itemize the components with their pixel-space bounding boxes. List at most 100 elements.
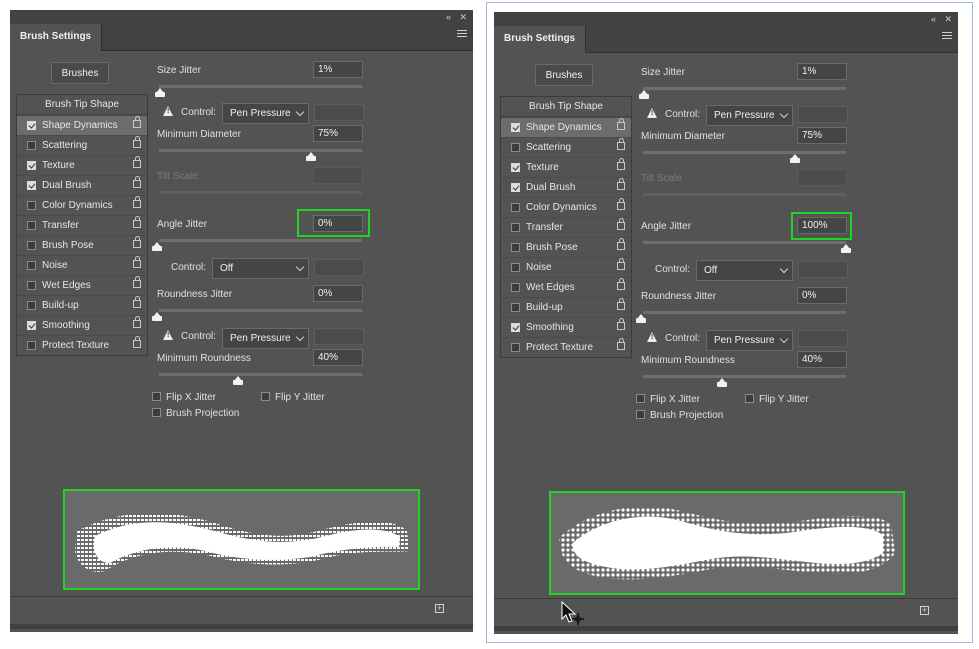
- close-icon[interactable]: ✕: [459, 11, 467, 23]
- checkbox[interactable]: [27, 261, 36, 270]
- roundness-jitter-field[interactable]: 0%: [313, 285, 363, 302]
- checkbox[interactable]: [27, 161, 36, 170]
- lock-icon[interactable]: [133, 256, 141, 268]
- checkbox[interactable]: [511, 183, 520, 192]
- list-item-smoothing[interactable]: Smoothing: [501, 317, 631, 337]
- control-value-field[interactable]: [798, 106, 848, 123]
- control-select-size[interactable]: Pen Pressure: [222, 103, 309, 124]
- minimum-roundness-field[interactable]: 40%: [797, 351, 847, 368]
- control-value-field[interactable]: [798, 330, 848, 347]
- list-header-brush-tip-shape[interactable]: Brush Tip Shape: [501, 97, 631, 117]
- brushes-button[interactable]: Brushes: [535, 64, 593, 86]
- control-select-roundness[interactable]: Pen Pressure: [222, 328, 309, 349]
- minimum-diameter-slider[interactable]: [643, 151, 846, 154]
- lock-icon[interactable]: [617, 298, 625, 310]
- lock-icon[interactable]: [133, 296, 141, 308]
- checkbox[interactable]: [27, 281, 36, 290]
- angle-jitter-slider-thumb[interactable]: [841, 244, 851, 253]
- checkbox[interactable]: [27, 321, 36, 330]
- roundness-jitter-slider[interactable]: [159, 309, 362, 312]
- roundness-jitter-slider-thumb[interactable]: [152, 312, 162, 321]
- lock-icon[interactable]: [133, 136, 141, 148]
- lock-icon[interactable]: [133, 236, 141, 248]
- new-brush-icon[interactable]: +: [435, 604, 444, 613]
- lock-icon[interactable]: [617, 158, 625, 170]
- lock-icon[interactable]: [133, 156, 141, 168]
- checkbox[interactable]: [511, 323, 520, 332]
- list-item-texture[interactable]: Texture: [501, 157, 631, 177]
- lock-icon[interactable]: [133, 336, 141, 348]
- brushes-button[interactable]: Brushes: [51, 62, 109, 84]
- checkbox[interactable]: [511, 223, 520, 232]
- checkbox[interactable]: [511, 283, 520, 292]
- lock-icon[interactable]: [617, 238, 625, 250]
- checkbox[interactable]: [511, 343, 520, 352]
- new-brush-icon[interactable]: +: [920, 606, 929, 615]
- list-item-dual-brush[interactable]: Dual Brush: [17, 175, 147, 195]
- angle-jitter-slider[interactable]: [159, 239, 362, 242]
- tab-brush-settings[interactable]: Brush Settings: [10, 24, 103, 51]
- lock-icon[interactable]: [617, 118, 625, 130]
- angle-jitter-slider-thumb[interactable]: [152, 242, 162, 251]
- checkbox[interactable]: [27, 121, 36, 130]
- checkbox[interactable]: [511, 143, 520, 152]
- checkbox[interactable]: [511, 203, 520, 212]
- list-item-brush-pose[interactable]: Brush Pose: [501, 237, 631, 257]
- control-select-angle[interactable]: Off: [696, 260, 793, 281]
- panel-menu-icon[interactable]: [457, 30, 467, 38]
- list-item-texture[interactable]: Texture: [17, 155, 147, 175]
- list-item-wet-edges[interactable]: Wet Edges: [17, 275, 147, 295]
- roundness-jitter-slider[interactable]: [643, 311, 846, 314]
- tab-brush-settings[interactable]: Brush Settings: [494, 26, 587, 53]
- size-jitter-slider-thumb[interactable]: [639, 90, 649, 99]
- lock-icon[interactable]: [617, 218, 625, 230]
- list-item-noise[interactable]: Noise: [501, 257, 631, 277]
- checkbox[interactable]: [27, 181, 36, 190]
- minimum-diameter-slider-thumb[interactable]: [306, 152, 316, 161]
- minimum-diameter-field[interactable]: 75%: [313, 125, 363, 142]
- minimum-diameter-slider[interactable]: [159, 149, 362, 152]
- list-item-shape-dynamics[interactable]: Shape Dynamics: [17, 115, 147, 135]
- size-jitter-field[interactable]: 1%: [797, 63, 847, 80]
- list-item-scattering[interactable]: Scattering: [501, 137, 631, 157]
- roundness-jitter-slider-thumb[interactable]: [636, 314, 646, 323]
- list-item-transfer[interactable]: Transfer: [17, 215, 147, 235]
- checkbox[interactable]: [511, 163, 520, 172]
- control-select-roundness[interactable]: Pen Pressure: [706, 330, 793, 351]
- checkbox[interactable]: [511, 263, 520, 272]
- lock-icon[interactable]: [617, 178, 625, 190]
- brush-projection-checkbox[interactable]: [636, 410, 645, 419]
- lock-icon[interactable]: [617, 258, 625, 270]
- lock-icon[interactable]: [133, 276, 141, 288]
- list-item-color-dynamics[interactable]: Color Dynamics: [17, 195, 147, 215]
- checkbox[interactable]: [27, 141, 36, 150]
- control-value-field[interactable]: [314, 328, 364, 345]
- brush-projection-checkbox[interactable]: [152, 408, 161, 417]
- minimum-diameter-slider-thumb[interactable]: [790, 154, 800, 163]
- angle-jitter-slider[interactable]: [643, 241, 846, 244]
- lock-icon[interactable]: [133, 316, 141, 328]
- checkbox[interactable]: [27, 301, 36, 310]
- list-header-brush-tip-shape[interactable]: Brush Tip Shape: [17, 95, 147, 115]
- control-value-field[interactable]: [798, 261, 848, 278]
- list-item-transfer[interactable]: Transfer: [501, 217, 631, 237]
- lock-icon[interactable]: [617, 198, 625, 210]
- lock-icon[interactable]: [133, 216, 141, 228]
- checkbox[interactable]: [27, 241, 36, 250]
- checkbox[interactable]: [511, 243, 520, 252]
- list-item-protect-texture[interactable]: Protect Texture: [501, 337, 631, 357]
- angle-jitter-field[interactable]: 100%: [797, 217, 847, 234]
- minimum-roundness-slider-thumb[interactable]: [717, 378, 727, 387]
- flip-y-jitter-checkbox[interactable]: [261, 392, 270, 401]
- angle-jitter-field[interactable]: 0%: [313, 215, 363, 232]
- panel-resize-handle[interactable]: [10, 624, 473, 629]
- flip-x-jitter-checkbox[interactable]: [152, 392, 161, 401]
- list-item-noise[interactable]: Noise: [17, 255, 147, 275]
- list-item-scattering[interactable]: Scattering: [17, 135, 147, 155]
- lock-icon[interactable]: [133, 116, 141, 128]
- list-item-dual-brush[interactable]: Dual Brush: [501, 177, 631, 197]
- lock-icon[interactable]: [133, 196, 141, 208]
- double-chevron-left-icon[interactable]: «: [931, 13, 936, 25]
- minimum-diameter-field[interactable]: 75%: [797, 127, 847, 144]
- list-item-build-up[interactable]: Build-up: [501, 297, 631, 317]
